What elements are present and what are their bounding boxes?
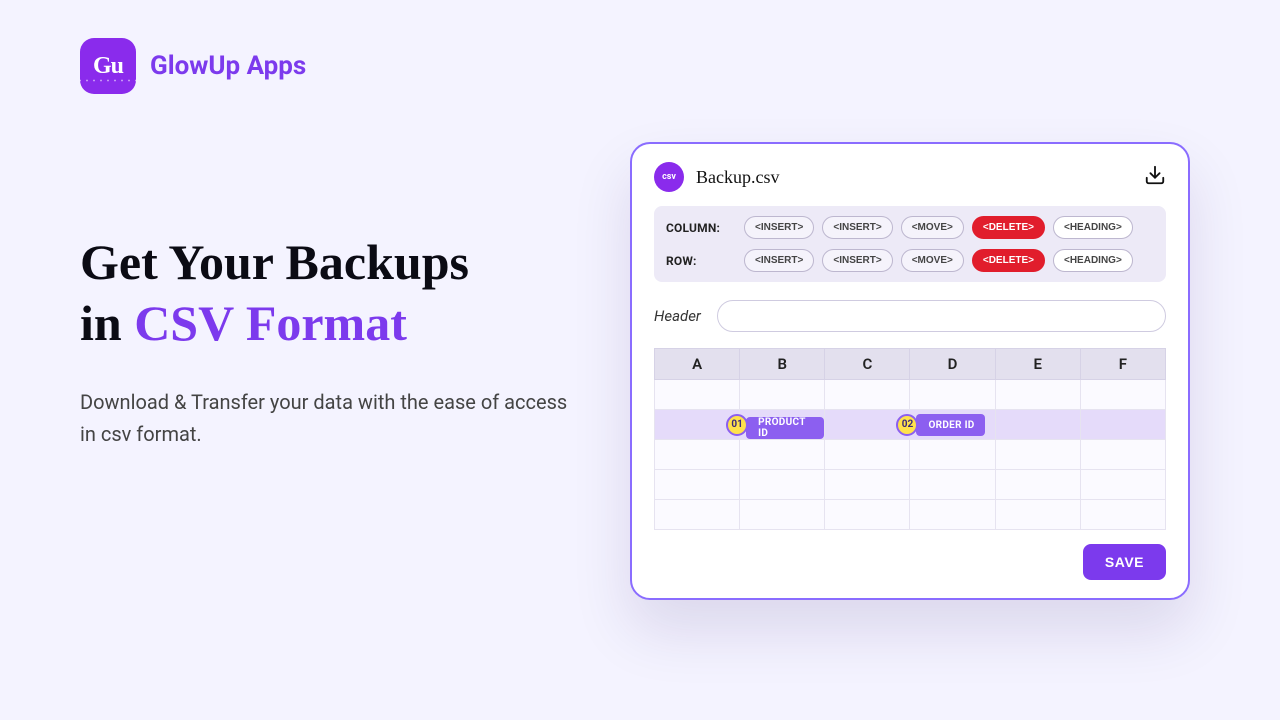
col-header[interactable]: B [740, 349, 825, 380]
table-row-highlight: 01 PRODUCT ID 02 ORDER ID [655, 410, 1166, 440]
cell[interactable] [1080, 410, 1165, 440]
cell[interactable] [740, 440, 825, 470]
hero-title-line2-prefix: in [80, 295, 134, 351]
cell[interactable] [655, 380, 740, 410]
header-label: Header [654, 307, 701, 325]
column-heading-button[interactable]: <HEADING> [1053, 216, 1133, 239]
cell[interactable] [655, 470, 740, 500]
table-row [655, 440, 1166, 470]
file-label: csv Backup.csv [654, 162, 779, 192]
row-heading-button[interactable]: <HEADING> [1053, 249, 1133, 272]
brand-logo: Gu GlowUp Apps [80, 38, 306, 94]
row-insert-button-2[interactable]: <INSERT> [822, 249, 892, 272]
action-controls: COLUMN: <INSERT> <INSERT> <MOVE> <DELETE… [654, 206, 1166, 282]
step-badge: 02 [896, 414, 918, 436]
table-row [655, 470, 1166, 500]
table-row [655, 500, 1166, 530]
cell[interactable] [740, 380, 825, 410]
cell[interactable]: 02 ORDER ID [910, 410, 995, 440]
download-icon[interactable] [1144, 164, 1166, 190]
col-header[interactable]: D [910, 349, 995, 380]
col-header[interactable]: C [825, 349, 910, 380]
cell[interactable] [910, 500, 995, 530]
col-header[interactable]: F [1080, 349, 1165, 380]
cell[interactable] [825, 440, 910, 470]
header-input[interactable] [717, 300, 1166, 332]
hero-subtitle: Download & Transfer your data with the e… [80, 386, 580, 450]
row-insert-button[interactable]: <INSERT> [744, 249, 814, 272]
col-header[interactable]: A [655, 349, 740, 380]
table-row [655, 380, 1166, 410]
csv-icon: csv [654, 162, 684, 192]
column-insert-button-2[interactable]: <INSERT> [822, 216, 892, 239]
cell[interactable] [825, 470, 910, 500]
brand-name: GlowUp Apps [150, 51, 306, 81]
hero-title-accent: CSV Format [134, 295, 407, 351]
cell[interactable] [995, 410, 1080, 440]
cell[interactable] [825, 500, 910, 530]
cell[interactable] [655, 440, 740, 470]
save-row: SAVE [654, 544, 1166, 580]
row-label: ROW: [666, 254, 744, 268]
file-name: Backup.csv [696, 167, 779, 188]
hero-title-line1: Get Your Backups [80, 234, 469, 290]
cell[interactable] [825, 380, 910, 410]
cell[interactable]: 01 PRODUCT ID [740, 410, 825, 440]
cell[interactable] [910, 440, 995, 470]
column-label: COLUMN: [666, 221, 744, 235]
cell[interactable] [1080, 470, 1165, 500]
column-actions: <INSERT> <INSERT> <MOVE> <DELETE> <HEADI… [744, 216, 1154, 239]
cell[interactable] [995, 380, 1080, 410]
step-badge: 01 [726, 414, 748, 436]
cell[interactable] [1080, 380, 1165, 410]
column-delete-button[interactable]: <DELETE> [972, 216, 1045, 239]
cell[interactable] [740, 500, 825, 530]
col-header[interactable]: E [995, 349, 1080, 380]
cell[interactable] [910, 470, 995, 500]
cell[interactable] [740, 470, 825, 500]
column-header-row: A B C D E F [655, 349, 1166, 380]
row-actions: <INSERT> <INSERT> <MOVE> <DELETE> <HEADI… [744, 249, 1154, 272]
save-button[interactable]: SAVE [1083, 544, 1166, 580]
row-move-button[interactable]: <MOVE> [901, 249, 964, 272]
hero-section: Get Your Backups in CSV Format Download … [80, 232, 580, 450]
hero-title: Get Your Backups in CSV Format [80, 232, 580, 354]
cell[interactable] [995, 440, 1080, 470]
cell[interactable] [995, 500, 1080, 530]
cell-chip-product-id[interactable]: PRODUCT ID [746, 417, 824, 439]
cell[interactable] [1080, 500, 1165, 530]
card-header: csv Backup.csv [654, 162, 1166, 192]
cell[interactable] [655, 500, 740, 530]
brand-badge: Gu [80, 38, 136, 94]
column-insert-button[interactable]: <INSERT> [744, 216, 814, 239]
cell[interactable] [1080, 440, 1165, 470]
row-delete-button[interactable]: <DELETE> [972, 249, 1045, 272]
column-move-button[interactable]: <MOVE> [901, 216, 964, 239]
brand-badge-text: Gu [93, 53, 123, 80]
csv-editor-card: csv Backup.csv COLUMN: <INSERT> <INSERT>… [630, 142, 1190, 600]
spreadsheet: A B C D E F 01 PRODUCT ID 02 [654, 348, 1166, 530]
cell-chip-order-id[interactable]: ORDER ID [916, 414, 984, 436]
cell[interactable] [995, 470, 1080, 500]
header-field-row: Header [654, 300, 1166, 332]
cell[interactable] [910, 380, 995, 410]
